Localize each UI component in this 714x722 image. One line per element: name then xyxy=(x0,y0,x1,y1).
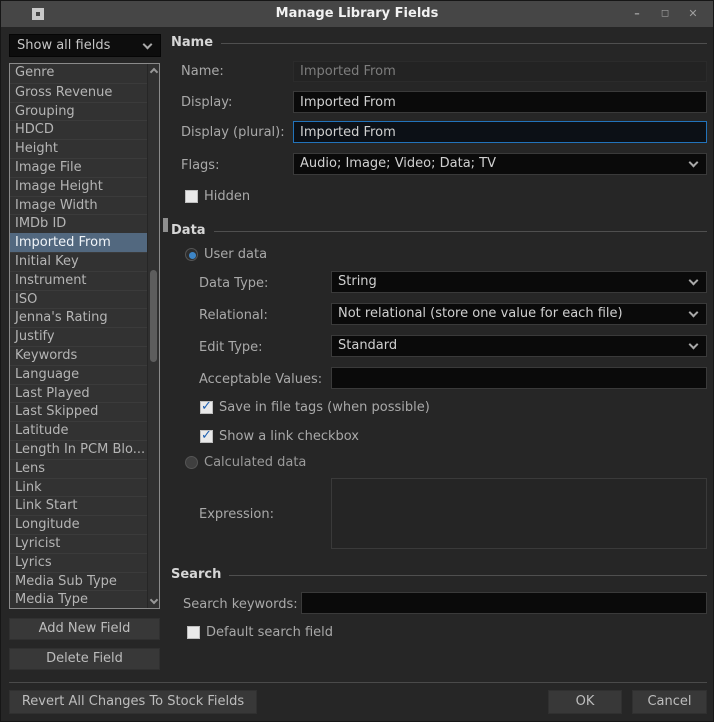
list-item[interactable]: Longitude xyxy=(10,515,147,534)
display-plural-label: Display (plural): xyxy=(181,125,285,140)
list-item[interactable]: Media Type xyxy=(10,590,147,609)
list-item[interactable]: Media Sub Type xyxy=(10,572,147,591)
save-in-file-tags-checkbox[interactable] xyxy=(200,401,213,414)
flags-select[interactable]: Audio; Image; Video; Data; TV xyxy=(293,153,707,175)
section-line xyxy=(227,575,707,576)
expression-textarea[interactable] xyxy=(331,478,707,549)
list-item[interactable]: Jenna's Rating xyxy=(10,308,147,327)
section-line xyxy=(211,231,707,232)
flags-value: Audio; Image; Video; Data; TV xyxy=(300,156,496,171)
display-plural-input[interactable] xyxy=(293,121,707,143)
list-item[interactable]: Lyricist xyxy=(10,534,147,553)
field-filter-select[interactable]: Show all fields xyxy=(9,34,161,57)
edit-type-select[interactable]: Standard xyxy=(331,335,707,357)
default-search-field-label[interactable]: Default search field xyxy=(206,625,333,640)
default-search-field-checkbox[interactable] xyxy=(187,626,200,639)
minimize-button[interactable]: – xyxy=(623,1,651,27)
edit-type-value: Standard xyxy=(338,338,397,353)
close-button[interactable]: ✕ xyxy=(679,1,707,27)
footer-divider xyxy=(9,682,707,683)
display-label: Display: xyxy=(181,95,232,110)
section-line xyxy=(219,43,707,44)
field-listbox: GenreGross RevenueGroupingHDCDHeightImag… xyxy=(9,63,160,609)
list-item[interactable]: Lyrics xyxy=(10,553,147,572)
list-item[interactable]: Last Skipped xyxy=(10,402,147,421)
chevron-down-icon xyxy=(689,340,699,350)
list-item[interactable]: Height xyxy=(10,139,147,158)
add-new-field-button[interactable]: Add New Field xyxy=(9,618,160,640)
list-item[interactable]: Imported From xyxy=(10,233,147,252)
relational-select[interactable]: Not relational (store one value for each… xyxy=(331,303,707,325)
cancel-button[interactable]: Cancel xyxy=(632,690,707,714)
ok-button[interactable]: OK xyxy=(548,690,622,714)
list-item[interactable]: Language xyxy=(10,365,147,384)
titlebar[interactable]: Manage Library Fields – ◻ ✕ xyxy=(1,1,713,27)
relational-value: Not relational (store one value for each… xyxy=(338,306,623,321)
chevron-down-icon xyxy=(689,158,699,168)
show-link-label[interactable]: Show a link checkbox xyxy=(219,429,359,444)
calculated-data-label[interactable]: Calculated data xyxy=(204,455,306,470)
list-item[interactable]: Image Width xyxy=(10,196,147,215)
scrollbar-thumb[interactable] xyxy=(150,270,157,362)
expression-label: Expression: xyxy=(199,507,274,522)
list-item[interactable]: Gross Revenue xyxy=(10,83,147,102)
save-in-file-tags-label[interactable]: Save in file tags (when possible) xyxy=(219,400,430,415)
search-keywords-label: Search keywords: xyxy=(183,597,298,612)
list-item[interactable]: Keywords xyxy=(10,346,147,365)
list-item[interactable]: Image File xyxy=(10,158,147,177)
data-type-value: String xyxy=(338,274,377,289)
list-item[interactable]: Link Start xyxy=(10,496,147,515)
scrollbar[interactable] xyxy=(147,64,159,608)
list-item[interactable]: Link xyxy=(10,478,147,497)
name-field: Imported From xyxy=(293,61,707,82)
calculated-data-radio[interactable] xyxy=(185,456,198,469)
chevron-down-icon xyxy=(689,308,699,318)
data-type-select[interactable]: String xyxy=(331,271,707,293)
list-item[interactable]: HDCD xyxy=(10,120,147,139)
list-item[interactable]: Latitude xyxy=(10,421,147,440)
list-item[interactable]: ISO xyxy=(10,290,147,309)
list-item[interactable]: Length In PCM Blo... xyxy=(10,440,147,459)
list-item[interactable]: Image Height xyxy=(10,177,147,196)
maximize-button[interactable]: ◻ xyxy=(651,1,679,27)
revert-button[interactable]: Revert All Changes To Stock Fields xyxy=(9,690,257,714)
list-item[interactable]: Justify xyxy=(10,327,147,346)
delete-field-button[interactable]: Delete Field xyxy=(9,648,160,670)
field-filter-value: Show all fields xyxy=(17,38,110,53)
data-type-label: Data Type: xyxy=(199,276,268,291)
flags-label: Flags: xyxy=(181,158,219,173)
search-keywords-input[interactable] xyxy=(301,592,707,614)
user-data-label[interactable]: User data xyxy=(204,247,267,262)
display-input[interactable] xyxy=(293,91,707,113)
relational-label: Relational: xyxy=(199,308,268,323)
list-item[interactable]: Initial Key xyxy=(10,252,147,271)
acceptable-values-label: Acceptable Values: xyxy=(199,372,322,387)
window-title: Manage Library Fields xyxy=(1,1,713,27)
list-item[interactable]: Lens xyxy=(10,459,147,478)
show-link-checkbox[interactable] xyxy=(200,430,213,443)
list-item[interactable]: Grouping xyxy=(10,102,147,121)
section-header-search: Search xyxy=(171,567,229,582)
name-label: Name: xyxy=(181,64,224,79)
acceptable-values-input[interactable] xyxy=(331,367,707,389)
hidden-checkbox[interactable] xyxy=(185,190,198,203)
chevron-down-icon xyxy=(143,39,153,49)
section-header-name: Name xyxy=(171,35,221,50)
list-item[interactable]: Genre xyxy=(10,64,147,83)
section-header-data: Data xyxy=(171,223,214,238)
list-item[interactable]: Last Played xyxy=(10,384,147,403)
hidden-checkbox-label[interactable]: Hidden xyxy=(204,189,250,204)
user-data-radio[interactable] xyxy=(185,248,198,261)
field-list: GenreGross RevenueGroupingHDCDHeightImag… xyxy=(10,64,147,608)
list-item[interactable]: IMDb ID xyxy=(10,214,147,233)
list-item[interactable]: Instrument xyxy=(10,271,147,290)
chevron-down-icon xyxy=(689,276,699,286)
splitter-grip[interactable] xyxy=(163,218,168,232)
scroll-down-icon[interactable] xyxy=(150,596,158,604)
manage-library-fields-dialog: Manage Library Fields – ◻ ✕ Show all fie… xyxy=(0,0,714,722)
edit-type-label: Edit Type: xyxy=(199,340,263,355)
scroll-up-icon[interactable] xyxy=(150,68,158,76)
